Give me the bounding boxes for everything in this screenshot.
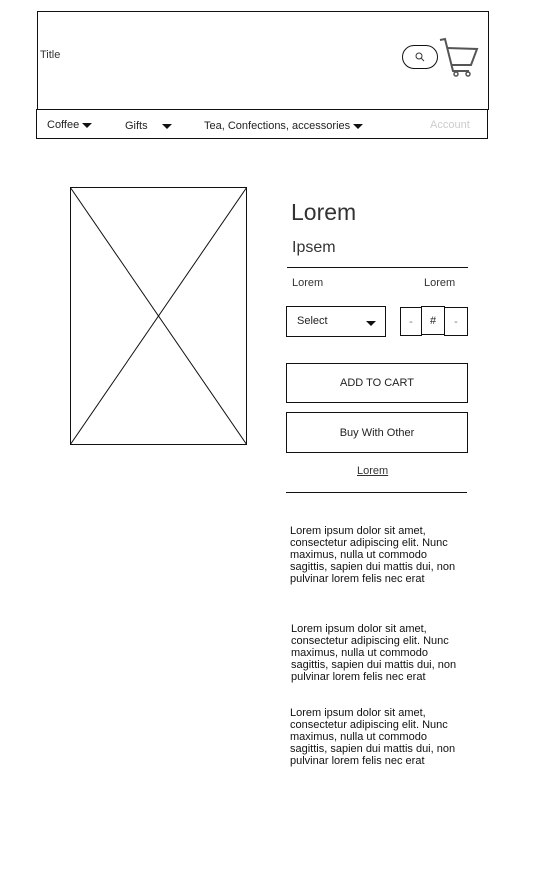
chevron-down-icon <box>353 123 364 129</box>
site-title: Title <box>40 49 61 61</box>
product-subtitle: Ipsem <box>292 239 336 256</box>
qty-input[interactable]: # <box>421 306 445 335</box>
description-paragraph: Lorem ipsum dolor sit amet, consectetur … <box>290 707 456 767</box>
qty-increment[interactable]: - <box>444 307 468 336</box>
search-icon <box>415 52 425 62</box>
option-select[interactable]: Select <box>286 306 386 337</box>
account-link[interactable]: Account <box>430 119 470 131</box>
product-title: Lorem <box>291 199 357 225</box>
buy-with-other-button[interactable]: Buy With Other <box>286 412 468 453</box>
cart-icon[interactable] <box>439 37 479 77</box>
search-button[interactable] <box>402 45 438 69</box>
chevron-down-icon <box>82 122 93 128</box>
nav-gifts[interactable]: Gifts <box>125 120 172 132</box>
chevron-down-icon <box>161 123 172 129</box>
add-to-cart-button[interactable]: ADD TO CART <box>286 363 468 403</box>
description-paragraph: Lorem ipsum dolor sit amet, consectetur … <box>291 623 457 683</box>
nav-tea[interactable]: Tea, Confections, accessories <box>204 120 364 132</box>
qty-decrement[interactable]: - <box>400 307 422 336</box>
divider <box>286 492 467 493</box>
label-left: Lorem <box>292 277 324 289</box>
product-link[interactable]: Lorem <box>357 465 388 477</box>
nav-coffee[interactable]: Coffee <box>47 119 93 131</box>
description-paragraph: Lorem ipsum dolor sit amet, consectetur … <box>290 525 456 585</box>
divider <box>287 267 468 268</box>
label-right: Lorem <box>424 277 456 289</box>
product-image-placeholder <box>70 187 247 445</box>
chevron-down-icon <box>366 321 376 326</box>
